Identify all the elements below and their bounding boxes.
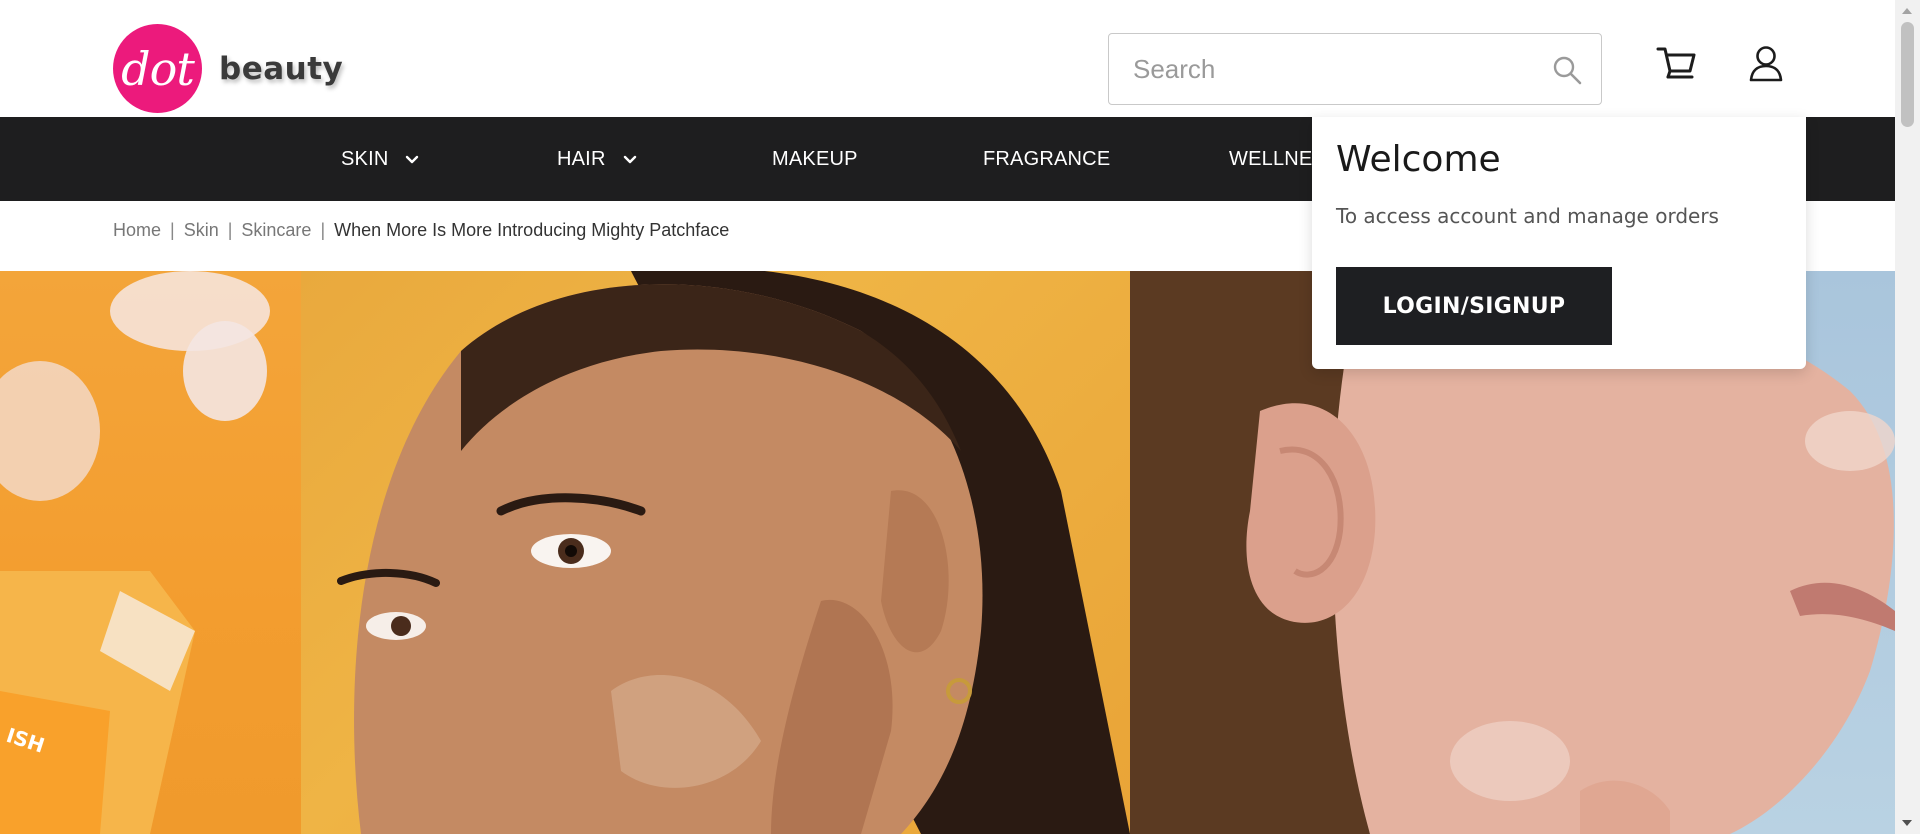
site-header: dot beauty: [0, 0, 1895, 117]
account-popup: Welcome To access account and manage ord…: [1312, 117, 1806, 369]
nav-item-fragrance[interactable]: FRAGRANCE: [983, 117, 1110, 201]
nav-item-hair[interactable]: HAIR: [557, 117, 638, 201]
nav-item-makeup[interactable]: MAKEUP: [772, 117, 858, 201]
chevron-down-icon[interactable]: [404, 151, 420, 167]
breadcrumb-home[interactable]: Home: [113, 220, 161, 241]
login-signup-button[interactable]: LOGIN/SIGNUP: [1336, 267, 1612, 345]
breadcrumb: Home | Skin | Skincare | When More Is Mo…: [113, 220, 729, 241]
nav-item-label: FRAGRANCE: [983, 147, 1111, 170]
breadcrumb-skin[interactable]: Skin: [184, 220, 219, 241]
brand-logo[interactable]: dot beauty: [113, 24, 343, 113]
woman-with-patch-image: [301, 271, 1130, 834]
search-icon[interactable]: [1551, 54, 1583, 86]
scrollbar-thumb[interactable]: [1901, 22, 1914, 127]
logo-wordmark: beauty: [219, 50, 344, 87]
nav-item-label: MAKEUP: [772, 147, 858, 170]
breadcrumb-separator: |: [170, 220, 175, 240]
logo-mark: dot: [113, 24, 202, 113]
nav-item-label: HAIR: [557, 147, 606, 170]
popup-subtitle: To access account and manage orders: [1336, 204, 1719, 228]
nav-item-label: SKIN: [341, 147, 389, 170]
cart-icon[interactable]: [1656, 44, 1698, 84]
breadcrumb-separator: |: [320, 220, 326, 240]
product-pouch-image: ISH: [0, 271, 301, 834]
breadcrumb-current: When More Is More Introducing Mighty Pat…: [334, 220, 730, 240]
user-icon[interactable]: [1748, 44, 1784, 84]
nav-item-label: WELLNE: [1229, 147, 1313, 170]
breadcrumb-separator: |: [227, 220, 233, 240]
chevron-down-icon[interactable]: [622, 151, 638, 167]
scroll-down-arrow-icon[interactable]: [1902, 820, 1912, 826]
nav-item-wellness[interactable]: WELLNE: [1229, 117, 1312, 201]
search-box: [1108, 33, 1602, 105]
scroll-up-arrow-icon[interactable]: [1902, 8, 1912, 14]
nav-item-skin[interactable]: SKIN: [341, 117, 420, 201]
breadcrumb-skincare[interactable]: Skincare: [241, 220, 311, 241]
popup-title: Welcome: [1336, 139, 1501, 180]
search-input[interactable]: [1109, 34, 1549, 104]
page-scrollbar[interactable]: [1895, 0, 1920, 834]
